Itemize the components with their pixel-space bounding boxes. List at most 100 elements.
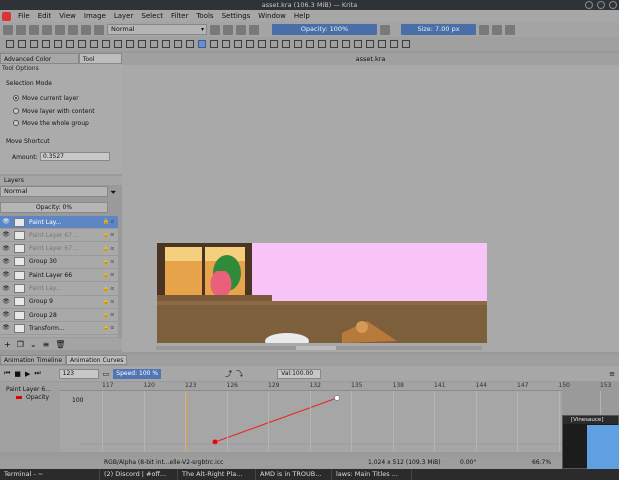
task-laws[interactable]: laws: Main Titles ... [332, 469, 412, 480]
transform-tool-icon[interactable] [210, 40, 218, 48]
menu-view[interactable]: View [55, 10, 80, 22]
visibility-eye-icon[interactable]: 👁 [2, 258, 10, 266]
visibility-eye-icon[interactable]: 👁 [2, 285, 10, 293]
color-picker-icon[interactable] [234, 40, 242, 48]
radio-move-current-layer[interactable] [13, 95, 19, 101]
contiguous-select-icon[interactable] [342, 40, 350, 48]
rectangle-tool-icon[interactable] [78, 40, 86, 48]
canvas-tab[interactable]: asset.kra [356, 55, 386, 63]
curves-graph[interactable]: 117 120 123 126 129 132 135 138 141 144 147 150 153 … [60, 382, 611, 452]
opacity-curve[interactable] [60, 382, 562, 452]
menu-image[interactable]: Image [80, 10, 110, 22]
polyline-tool-icon[interactable] [114, 40, 122, 48]
layer-row[interactable]: 👁 Group 9 🔒α [0, 296, 118, 309]
value-input[interactable]: Val:100.00 [277, 368, 322, 379]
select-tool-icon[interactable] [6, 40, 14, 48]
magnetic-select-icon[interactable] [378, 40, 386, 48]
menu-file[interactable]: File [14, 10, 34, 22]
visibility-eye-icon[interactable]: 👁 [2, 231, 10, 239]
layer-menu-icon[interactable]: ≡ [43, 340, 50, 349]
reference-tool-icon[interactable] [282, 40, 290, 48]
frame-input[interactable]: 123 [58, 368, 99, 379]
speed-slider[interactable]: Speed: 100 % [113, 368, 162, 379]
layer-row[interactable]: 👁 Group 28 🔒α [0, 309, 118, 323]
mirror-vertical-icon[interactable] [492, 24, 502, 35]
layer-blend-select[interactable]: Normal [0, 186, 108, 197]
layer-row[interactable]: 👁 Paint Layer 66 🔒α [0, 269, 118, 283]
curve-layer-name[interactable]: Paint Layer 6... [6, 386, 51, 393]
pattern-icon[interactable] [81, 24, 91, 35]
layer-row[interactable]: 👁 Transform... 🔒α [0, 322, 118, 336]
menu-filter[interactable]: Filter [167, 10, 192, 22]
size-reset-icon[interactable] [380, 24, 390, 35]
visibility-eye-icon[interactable]: 👁 [2, 218, 10, 226]
edit-shapes-icon[interactable] [30, 40, 38, 48]
curves-menu-icon[interactable]: ≡ [609, 370, 615, 378]
visibility-eye-icon[interactable]: 👁 [2, 298, 10, 306]
multibrush-icon[interactable] [162, 40, 170, 48]
tab-animation-timeline[interactable]: Animation Timeline [0, 355, 67, 365]
menu-help[interactable]: Help [290, 10, 314, 22]
add-layer-icon[interactable]: + [4, 340, 11, 349]
layer-flags-icon[interactable]: 🔒α [103, 299, 115, 305]
maximize-button[interactable] [597, 1, 605, 9]
polygon-tool-icon[interactable] [102, 40, 110, 48]
assistant-tool-icon[interactable] [258, 40, 266, 48]
tab-tool-options[interactable]: Tool Options [78, 53, 122, 74]
layer-row[interactable]: 👁 Paint Lay... 🔒α [0, 283, 118, 296]
minimize-button[interactable] [585, 1, 593, 9]
layer-row[interactable]: 👁 Paint Layer 67 ... 🔒α [0, 243, 118, 256]
menu-edit[interactable]: Edit [34, 10, 56, 22]
polygon-select-icon[interactable] [318, 40, 326, 48]
opacity-slider[interactable]: Opacity: 100% [272, 24, 377, 35]
layer-flags-icon[interactable]: 🔒α [103, 312, 115, 318]
workspace-icon[interactable] [505, 24, 515, 35]
fill-tool-icon[interactable] [246, 40, 254, 48]
zoom-tool-icon[interactable] [390, 40, 398, 48]
layer-row[interactable]: 👁 Paint Lay... 🔒α [0, 216, 118, 229]
visibility-eye-icon[interactable]: 👁 [2, 245, 10, 253]
redo-icon[interactable] [55, 24, 65, 35]
layer-flags-icon[interactable]: 🔒α [103, 272, 115, 278]
bezier-tool-icon[interactable] [126, 40, 134, 48]
tab-animation-curves[interactable]: Animation Curves [66, 355, 128, 365]
canvas-artwork[interactable] [157, 243, 487, 343]
layer-flags-icon[interactable]: 🔒α [103, 286, 115, 292]
layer-flags-icon[interactable]: 🔒α [103, 232, 115, 238]
layer-flags-icon[interactable]: 🔒α [103, 259, 115, 265]
blend-mode-select[interactable]: Normal ▾ [107, 24, 207, 35]
layer-flags-icon[interactable]: 🔒α [103, 219, 115, 225]
menu-tools[interactable]: Tools [192, 10, 217, 22]
radio-move-layer-with-content[interactable] [13, 108, 19, 114]
first-frame-icon[interactable]: ⏮ [4, 369, 10, 378]
curve-channel-opacity[interactable]: Opacity [26, 394, 49, 401]
layer-row[interactable]: 👁 Group 30 🔒α [0, 256, 118, 269]
undo-icon[interactable] [42, 24, 52, 35]
close-button[interactable] [609, 1, 617, 9]
mirror-horizontal-icon[interactable] [479, 24, 489, 35]
wrap-icon[interactable] [236, 24, 246, 35]
similar-select-icon[interactable] [354, 40, 362, 48]
filter-icon[interactable]: ⏷ [110, 188, 116, 198]
task-amd[interactable]: AMD is in TROUB... [256, 469, 332, 480]
video-popup[interactable]: [Vinesauce] [562, 415, 619, 469]
task-discord[interactable]: (2) Discord | #off... [100, 469, 178, 480]
calligraphy-icon[interactable] [42, 40, 50, 48]
option-move-current-layer[interactable]: Move current layer [22, 95, 79, 102]
preserve-alpha-icon[interactable] [223, 24, 233, 35]
size-slider[interactable]: Size: 7.00 px [401, 24, 476, 35]
menu-select[interactable]: Select [137, 10, 167, 22]
new-document-icon[interactable] [3, 24, 13, 35]
duplicate-layer-icon[interactable]: ❐ [17, 340, 24, 349]
rect-select-icon[interactable] [294, 40, 302, 48]
zoom-level[interactable]: 66.7% [532, 457, 551, 468]
option-move-whole-group[interactable]: Move the whole group [22, 120, 89, 127]
reload-icon[interactable] [249, 24, 259, 35]
stop-icon[interactable]: ■ [14, 370, 21, 378]
menu-layer[interactable]: Layer [110, 10, 138, 22]
ellipse-select-icon[interactable] [306, 40, 314, 48]
tangent-icon[interactable]: ⤵ [236, 369, 243, 379]
comment-icon[interactable]: ▭ [103, 370, 110, 378]
bezier-select-icon[interactable] [366, 40, 374, 48]
layer-flags-icon[interactable]: 🔒α [103, 246, 115, 252]
